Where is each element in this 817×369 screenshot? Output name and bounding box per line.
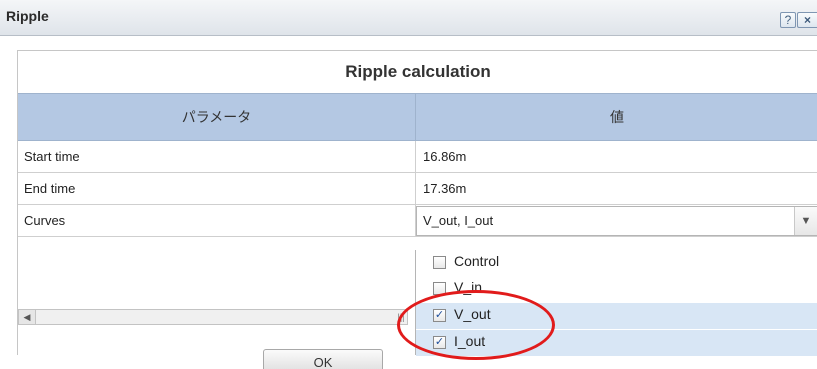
ok-button[interactable]: OK	[263, 349, 383, 369]
column-header-param: パラメータ	[18, 94, 416, 140]
cell-divider	[415, 173, 416, 204]
row-label-end-time: End time	[24, 181, 76, 196]
end-time-value[interactable]: 17.36m	[423, 173, 466, 205]
ripple-dialog: Ripple ? × Ripple calculation パラメータ 値 St…	[0, 0, 817, 369]
table-header: パラメータ 値	[18, 93, 817, 141]
table-row[interactable]: Start time 16.86m	[18, 141, 817, 173]
window-title: Ripple	[6, 8, 49, 24]
horizontal-scrollbar[interactable]: ◀ |||	[18, 309, 408, 325]
scroll-left-icon[interactable]: ◀	[19, 310, 36, 324]
close-icon[interactable]: ×	[797, 12, 817, 28]
help-icon[interactable]: ?	[780, 12, 796, 28]
title-bar[interactable]: Ripple ? ×	[0, 0, 817, 36]
panel-heading: Ripple calculation	[345, 62, 491, 81]
highlight-ring	[397, 290, 555, 360]
column-header-value: 値	[610, 109, 624, 125]
table-row[interactable]: Curves V_out, I_out ▼	[18, 205, 817, 237]
checkbox-unchecked-icon[interactable]	[433, 256, 446, 269]
table-row[interactable]: End time 17.36m	[18, 173, 817, 205]
row-label-curves: Curves	[24, 213, 66, 228]
start-time-value[interactable]: 16.86m	[423, 141, 466, 173]
cell-divider	[415, 141, 416, 172]
row-label-start-time: Start time	[24, 149, 80, 164]
chevron-down-icon[interactable]: ▼	[794, 207, 817, 235]
curves-select[interactable]: V_out, I_out ▼	[416, 206, 817, 236]
option-label: Control	[454, 253, 500, 269]
curves-select-value: V_out, I_out	[423, 213, 494, 228]
curve-option-control[interactable]: Control	[416, 250, 817, 276]
